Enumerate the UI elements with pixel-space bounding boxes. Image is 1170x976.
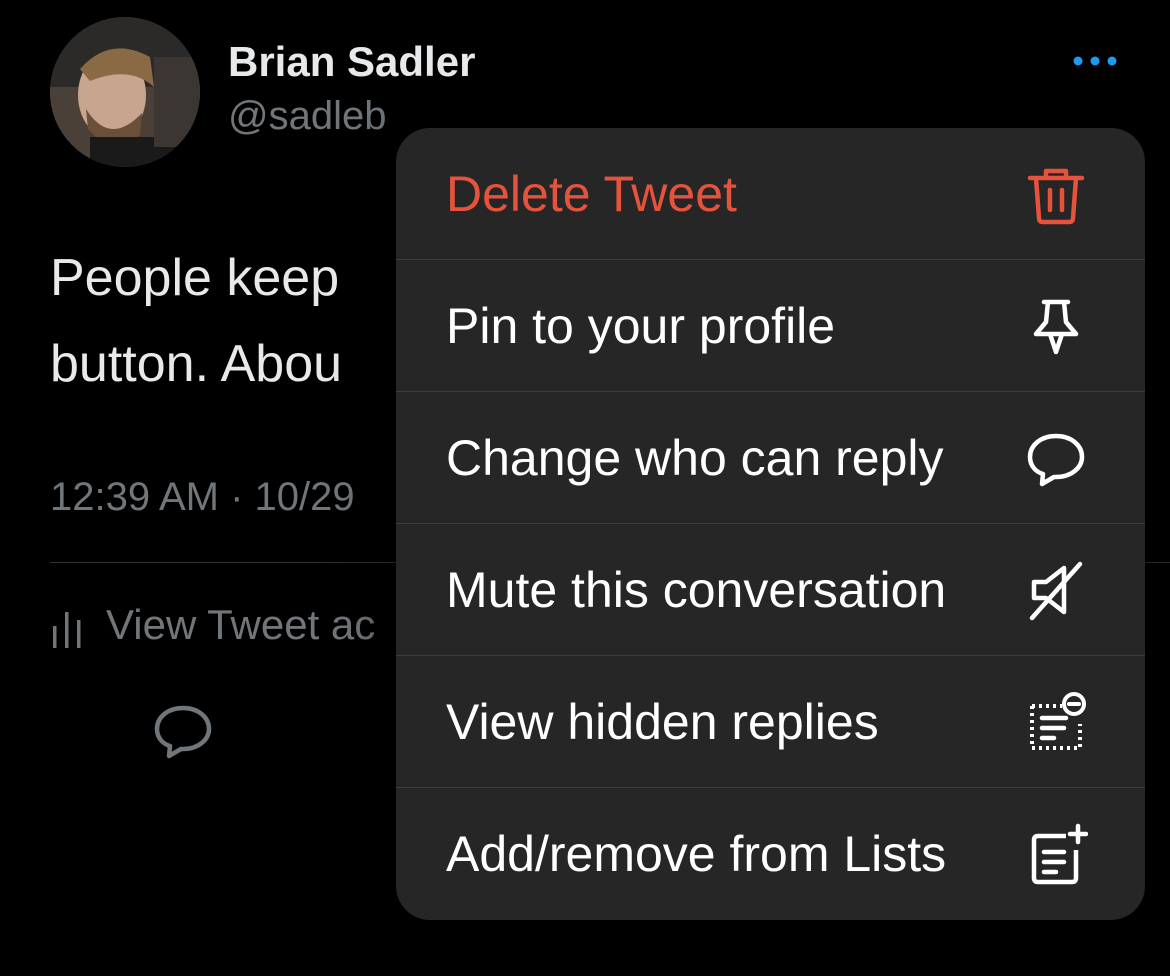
menu-item-label: Mute this conversation: [446, 561, 947, 618]
reply-button[interactable]: [152, 700, 214, 762]
add-to-list-icon: [1031, 823, 1088, 884]
more-options-button[interactable]: [1064, 40, 1126, 82]
menu-item-pin-to-profile[interactable]: Pin to your profile: [396, 260, 1145, 391]
tweet-timestamp[interactable]: 12:39 AM · 10/29: [50, 475, 355, 520]
menu-item-delete-tweet[interactable]: Delete Tweet: [396, 128, 1145, 259]
author-handle[interactable]: @sadleb: [228, 94, 386, 139]
menu-item-add-remove-lists[interactable]: Add/remove from Lists: [396, 788, 1145, 919]
menu-item-label: Delete Tweet: [446, 165, 737, 222]
menu-item-label: Pin to your profile: [446, 297, 836, 354]
speech-bubble-icon: [1027, 433, 1085, 486]
menu-item-change-who-can-reply[interactable]: Change who can reply: [396, 392, 1145, 523]
analytics-bars-icon: [53, 612, 81, 648]
analytics-label: View Tweet ac: [106, 601, 376, 648]
menu-item-label: Add/remove from Lists: [446, 825, 947, 882]
menu-item-view-hidden-replies[interactable]: View hidden replies: [396, 656, 1145, 787]
hidden-replies-icon: [1030, 691, 1086, 750]
reply-bubble-icon: [154, 705, 212, 759]
view-tweet-analytics-link[interactable]: View Tweet ac: [50, 598, 375, 652]
author-name[interactable]: Brian Sadler: [228, 38, 475, 86]
pin-icon: [1033, 299, 1079, 354]
muted-speaker-icon: [1029, 561, 1083, 620]
menu-item-mute-conversation[interactable]: Mute this conversation: [396, 524, 1145, 655]
avatar[interactable]: [50, 17, 200, 167]
tweet-options-menu: Delete Tweet Pin to your profile Change …: [396, 128, 1145, 920]
menu-item-label: Change who can reply: [446, 429, 944, 486]
menu-item-label: View hidden replies: [446, 693, 879, 750]
more-dots-icon: [1073, 56, 1117, 66]
trash-icon: [1027, 168, 1085, 224]
